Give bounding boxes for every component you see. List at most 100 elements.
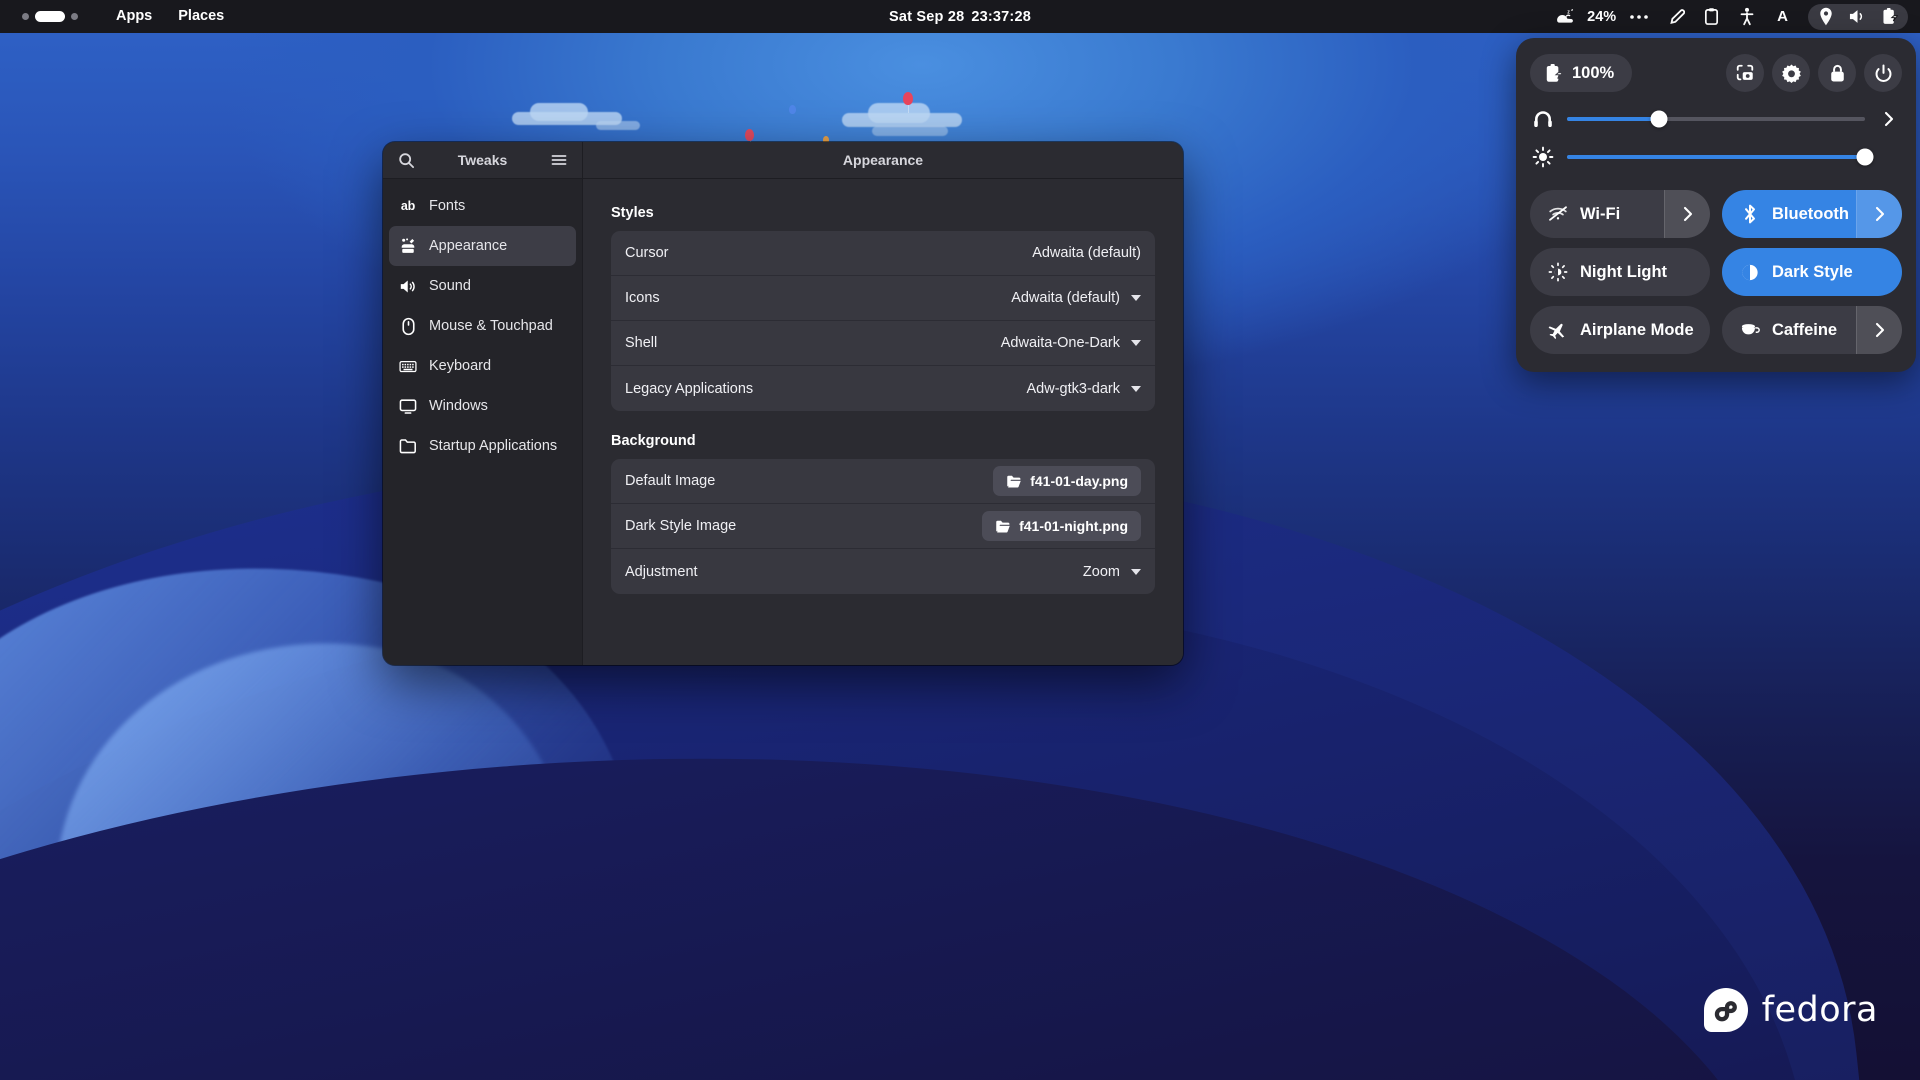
- night-light-toggle-main[interactable]: Night Light: [1530, 248, 1710, 296]
- settings-button[interactable]: [1772, 54, 1810, 92]
- bluetooth-toggle-main[interactable]: Bluetooth: [1722, 190, 1856, 238]
- dark-style-toggle-main[interactable]: Dark Style: [1722, 248, 1902, 296]
- tweaks-sidebar[interactable]: abFonts Appearance Sound Mouse & TouchpadKe…: [383, 179, 583, 665]
- airplane-mode-toggle-main[interactable]: Airplane Mode: [1530, 306, 1710, 354]
- lock-icon: [1828, 63, 1847, 84]
- quick-settings-header: 100%: [1530, 52, 1902, 94]
- color-picker-icon[interactable]: [1658, 0, 1694, 33]
- airplane-mode-toggle-label: Airplane Mode: [1580, 321, 1694, 340]
- sidebar-item-startup-applications[interactable]: Startup Applications: [389, 426, 576, 466]
- clock-button[interactable]: Sat Sep 2823:37:28: [889, 9, 1031, 25]
- caffeine-toggle-label: Caffeine: [1772, 321, 1837, 340]
- slider-track[interactable]: [1567, 117, 1865, 121]
- sidebar-item-appearance[interactable]: Appearance: [389, 226, 576, 266]
- workspace-active-pill: [35, 11, 65, 22]
- lock-button[interactable]: [1818, 54, 1856, 92]
- dropdown-control[interactable]: Adwaita (default): [1011, 290, 1141, 306]
- dark-style-toggle-label: Dark Style: [1772, 263, 1853, 282]
- search-button[interactable]: [395, 149, 417, 171]
- accessibility-icon[interactable]: [1729, 0, 1765, 33]
- preference-row-default-image[interactable]: Default Image f41-01-day.png: [611, 459, 1155, 504]
- preference-label: Default Image: [625, 473, 715, 489]
- airplane-mode-toggle[interactable]: Airplane Mode: [1530, 306, 1710, 354]
- wifi-toggle-label: Wi-Fi: [1580, 205, 1620, 224]
- window-title: Tweaks: [458, 152, 508, 168]
- apps-menu-button[interactable]: Apps: [106, 0, 162, 33]
- brightness-slider[interactable]: [1530, 138, 1902, 176]
- preference-row-legacy-applications[interactable]: Legacy Applications Adw-gtk3-dark: [611, 366, 1155, 411]
- dropdown-control[interactable]: Adwaita-One-Dark: [1001, 335, 1141, 351]
- power-button[interactable]: [1864, 54, 1902, 92]
- preference-row-shell[interactable]: ShellAdwaita-One-Dark: [611, 321, 1155, 366]
- night-light-toggle[interactable]: Night Light: [1530, 248, 1710, 296]
- tweaks-headerbar: Tweaks Appearance: [383, 142, 1183, 179]
- battery-status-button[interactable]: 100%: [1530, 54, 1632, 92]
- sidebar-item-keyboard[interactable]: Keyboard: [389, 346, 576, 386]
- sidebar-item-sound[interactable]: Sound: [389, 266, 576, 306]
- section-title-styles: Styles: [611, 205, 1155, 221]
- preference-label: Adjustment: [625, 564, 698, 580]
- keyboard-layout-indicator[interactable]: A: [1765, 8, 1800, 25]
- sidebar-item-label: Appearance: [429, 238, 507, 254]
- chevron-down-icon: [1131, 386, 1141, 392]
- more-options-icon[interactable]: [1620, 0, 1658, 33]
- preference-label: Legacy Applications: [625, 381, 753, 397]
- dark-style-toggle[interactable]: Dark Style: [1722, 248, 1902, 296]
- preference-label: Icons: [625, 290, 660, 306]
- sidebar-item-label: Sound: [429, 278, 471, 294]
- places-menu-button[interactable]: Places: [168, 0, 234, 33]
- screenshot-button[interactable]: [1726, 54, 1764, 92]
- sidebar-item-windows[interactable]: Windows: [389, 386, 576, 426]
- tweaks-content: Styles CursorAdwaita (default) Icons Adwait…: [583, 179, 1183, 665]
- sidebar-item-label: Startup Applications: [429, 438, 557, 454]
- wifi-toggle-expand-button[interactable]: [1664, 190, 1710, 238]
- bluetooth-toggle-expand-button[interactable]: [1856, 190, 1902, 238]
- slider-handle[interactable]: [1651, 111, 1668, 128]
- preference-row-icons[interactable]: Icons Adwaita (default): [611, 276, 1155, 321]
- sidebar-item-mouse-touchpad[interactable]: Mouse & Touchpad: [389, 306, 576, 346]
- caffeine-toggle[interactable]: Caffeine: [1722, 306, 1902, 354]
- quick-settings-actions: [1726, 54, 1902, 92]
- workspace-dot: [71, 13, 78, 20]
- clipboard-icon[interactable]: [1694, 0, 1729, 33]
- gear-icon: [1781, 63, 1802, 84]
- slider-handle[interactable]: [1857, 149, 1874, 166]
- tweaks-sidebar-header: Tweaks: [383, 142, 583, 178]
- sidebar-item-fonts[interactable]: abFonts: [389, 186, 576, 226]
- caffeine-toggle-main[interactable]: Caffeine: [1722, 306, 1856, 354]
- bluetooth-toggle[interactable]: Bluetooth: [1722, 190, 1902, 238]
- volume-icon: [1842, 4, 1873, 30]
- svg-text:z: z: [1567, 9, 1570, 15]
- slider-track[interactable]: [1567, 155, 1865, 159]
- file-chooser-button[interactable]: f41-01-night.png: [982, 511, 1141, 541]
- fedora-logo: fedora: [1704, 988, 1878, 1032]
- preference-label: Dark Style Image: [625, 518, 736, 534]
- preference-row-adjustment[interactable]: Adjustment Zoom: [611, 549, 1155, 594]
- caffeine-sleep-icon[interactable]: z z: [1545, 0, 1585, 33]
- sidebar-item-label: Windows: [429, 398, 488, 414]
- preference-row-cursor: CursorAdwaita (default): [611, 231, 1155, 276]
- workspace-indicator[interactable]: [22, 11, 78, 22]
- system-status-pill[interactable]: [1808, 4, 1908, 30]
- main-menu-button[interactable]: [548, 149, 570, 171]
- fedora-wordmark: fedora: [1762, 990, 1878, 1030]
- dropdown-control[interactable]: Adw-gtk3-dark: [1027, 381, 1141, 397]
- file-chooser-button[interactable]: f41-01-day.png: [993, 466, 1141, 496]
- ab-text-icon: ab: [399, 199, 417, 213]
- volume-slider[interactable]: [1530, 100, 1902, 138]
- quick-settings-toggles: Wi-Fi BluetoothNight Light Dark Style Airpl…: [1530, 190, 1902, 354]
- caffeine-toggle-expand-button[interactable]: [1856, 306, 1902, 354]
- wifi-toggle-main[interactable]: Wi-Fi: [1530, 190, 1664, 238]
- clock-time: 23:37:28: [971, 9, 1031, 25]
- workspace-dot: [22, 13, 29, 20]
- display-icon: [399, 398, 417, 415]
- airplane-icon: [1548, 320, 1568, 341]
- wifi-toggle[interactable]: Wi-Fi: [1530, 190, 1710, 238]
- preference-row-dark-style-image[interactable]: Dark Style Image f41-01-night.png: [611, 504, 1155, 549]
- dropdown-control[interactable]: Zoom: [1083, 564, 1141, 580]
- chevron-right-icon[interactable]: [1878, 109, 1900, 129]
- battery-charging-icon: [1544, 63, 1563, 84]
- value-label-wrapper: Adwaita (default): [1032, 245, 1141, 261]
- status-area[interactable]: z z 24% A: [1545, 0, 1912, 33]
- bluetooth-icon: [1740, 203, 1760, 225]
